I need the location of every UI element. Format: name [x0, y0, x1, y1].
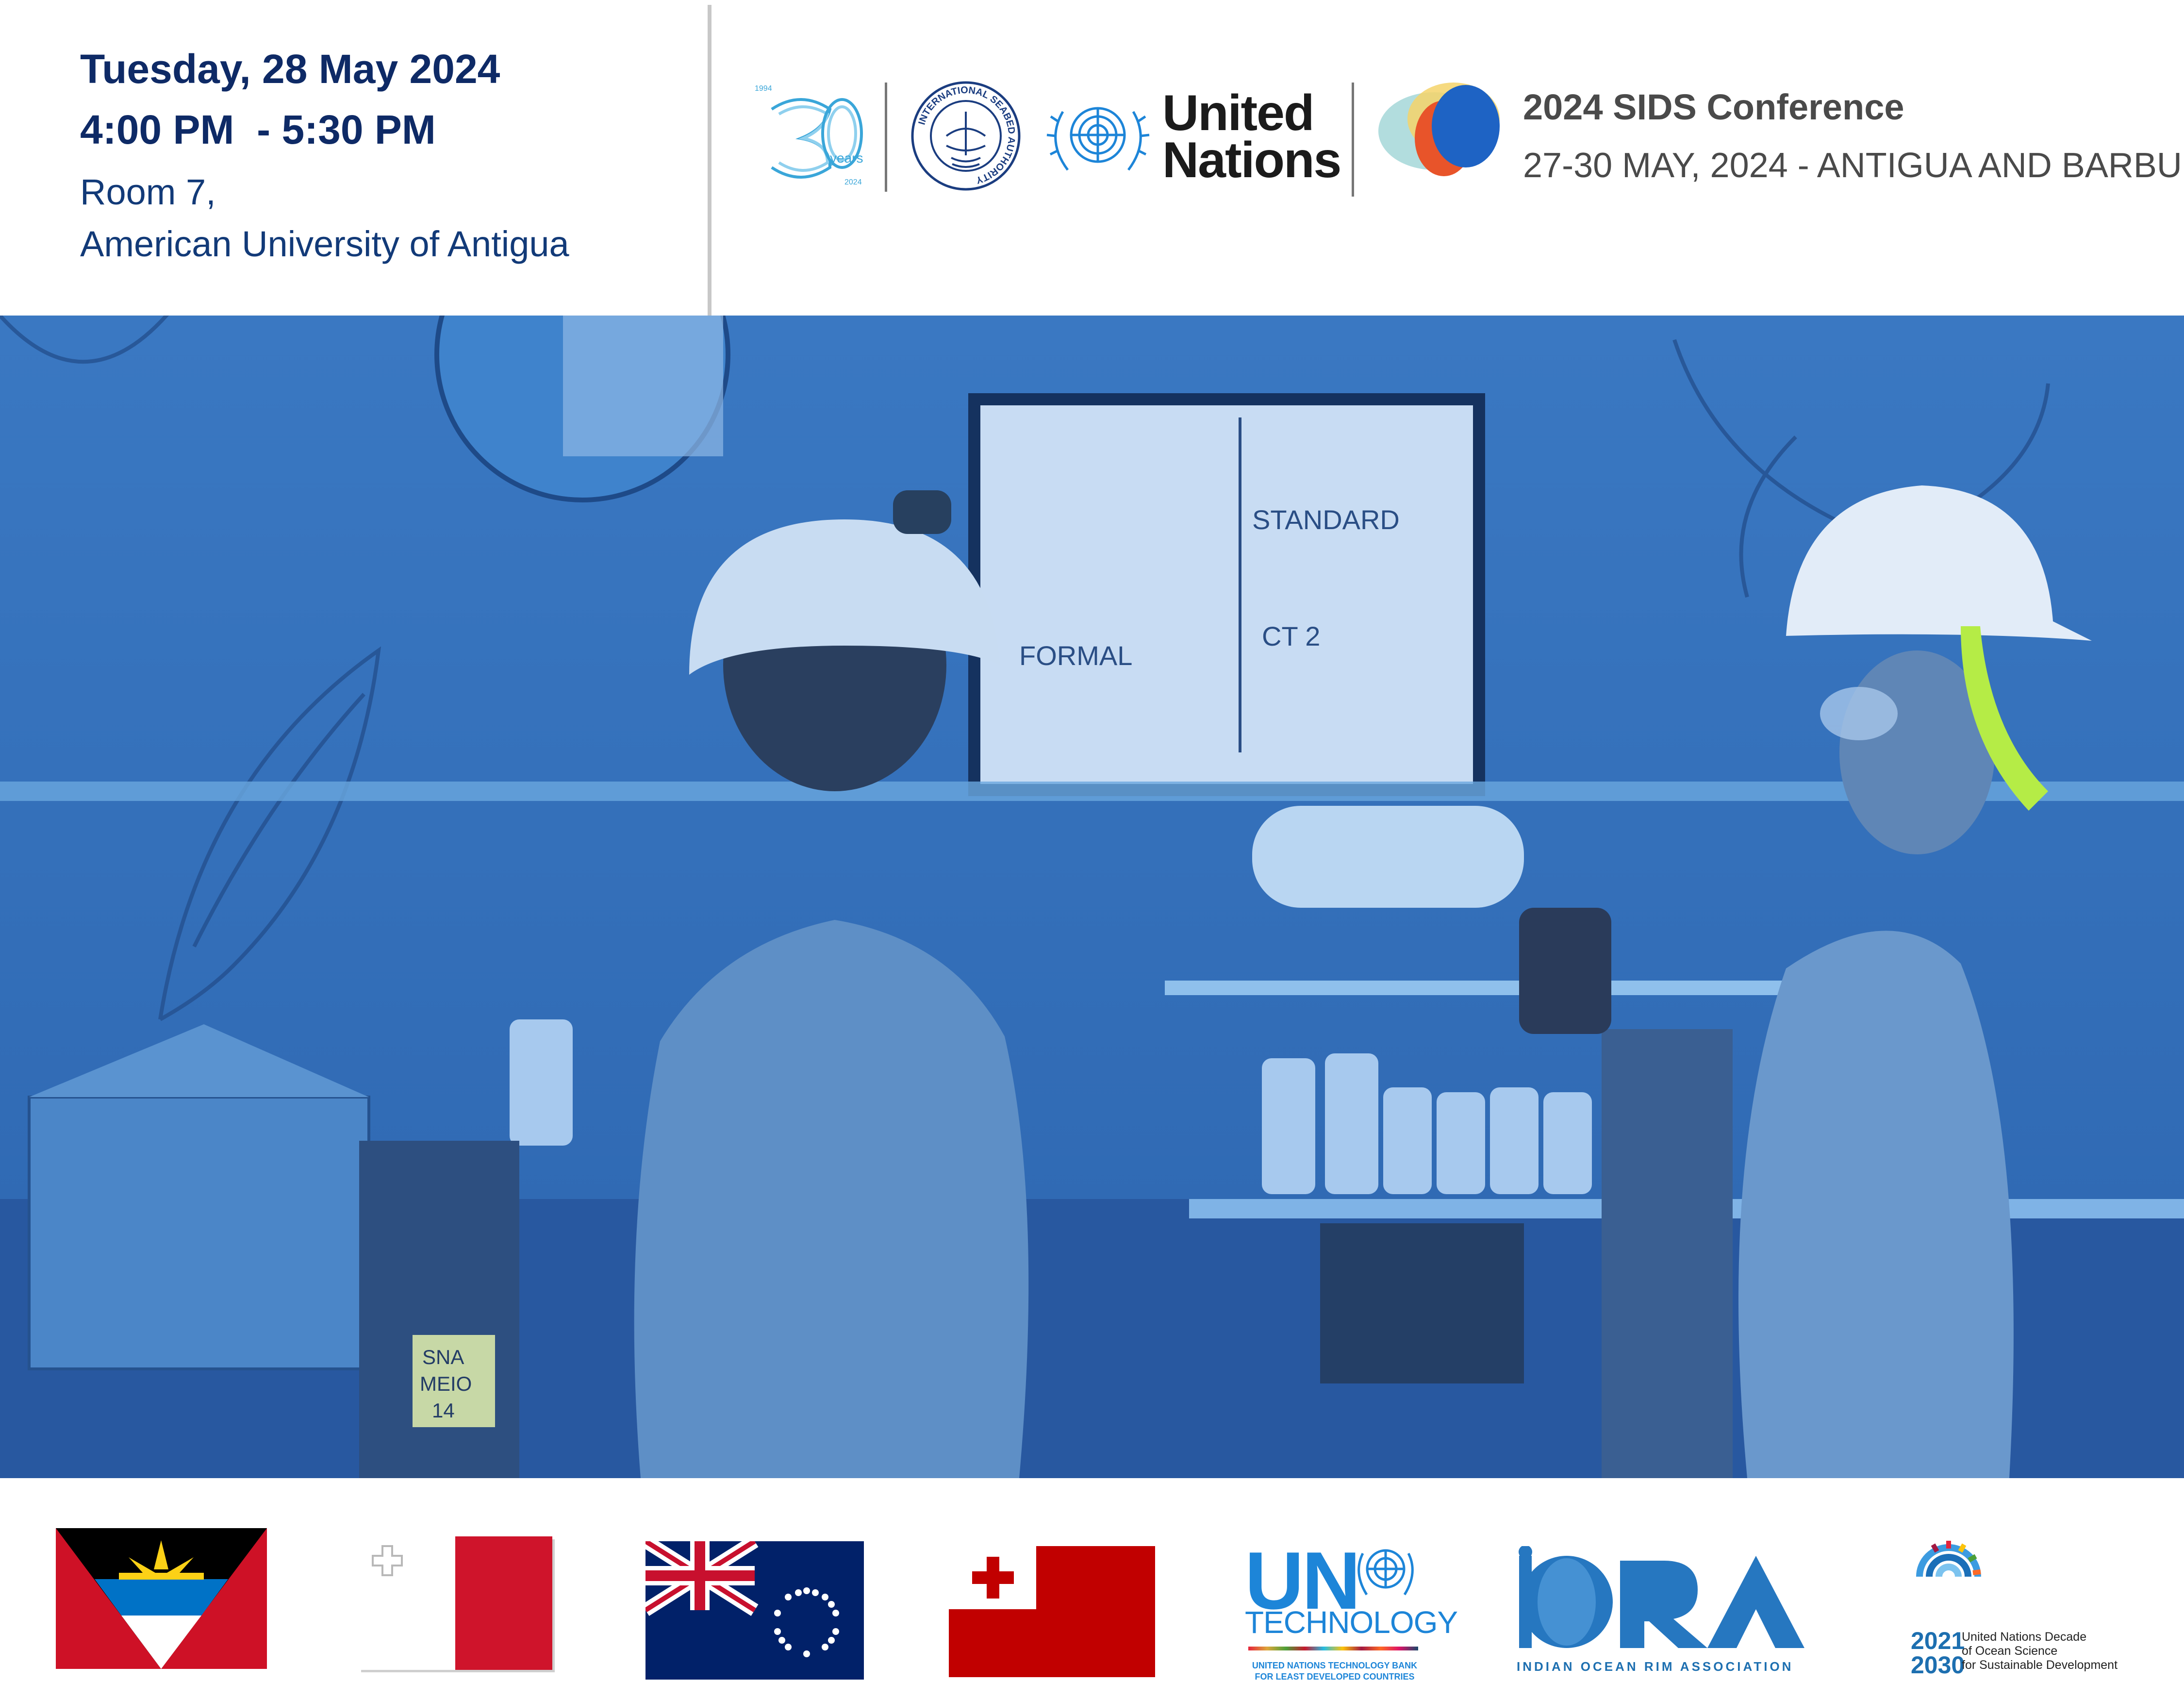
lab-photo-illustration: FORMAL STANDARD CT 2 SNA MEIO 14: [0, 316, 2184, 1478]
antigua-barbuda-flag-icon: [56, 1528, 267, 1669]
sids-dates: 27-30 MAY, 2024 - ANTIGUA AND BARBUDA: [1523, 146, 2184, 185]
ocean-decade-year-end: 2030: [1911, 1651, 1965, 1679]
lab-photo: FORMAL STANDARD CT 2 SNA MEIO 14: [0, 316, 2184, 1478]
event-date: Tuesday, 28 May 2024: [80, 46, 500, 92]
un-technology-caption-line2: FOR LEAST DEVELOPED COUNTRIES: [1255, 1672, 1415, 1682]
un-wordmark-line2: Nations: [1162, 132, 1341, 188]
logo-separator: [885, 83, 887, 192]
event-time: 4:00 PM - 5:30 PM: [80, 107, 436, 152]
un-technology-caption-line1: UNITED NATIONS TECHNOLOGY BANK: [1252, 1661, 1418, 1670]
sdg-color-bar: [1248, 1647, 1418, 1650]
cardboard-box: [28, 1096, 370, 1370]
ocean-decade-wave-icon: [1916, 1541, 1981, 1577]
isa-years-word: years: [830, 150, 863, 166]
isa-seal-logo: INTERNATIONAL SEABED AUTHORITY: [911, 81, 1021, 191]
sample-label-text: MEIO: [420, 1372, 472, 1395]
shelf-rail: [1165, 981, 1844, 995]
isa-30-years-logo: 1994 years 2024: [755, 84, 863, 186]
sample-label-text: SNA: [422, 1346, 464, 1368]
whiteboard-text: FORMAL: [1019, 640, 1132, 671]
sids-conference-logo: [1378, 83, 1500, 176]
un-wordmark-line1: United: [1162, 85, 1315, 141]
whiteboard-text: STANDARD: [1252, 504, 1400, 535]
sids-title: 2024 SIDS Conference: [1523, 87, 1904, 127]
cook-islands-flag-icon: [645, 1541, 864, 1680]
isa-year-from: 1994: [755, 84, 772, 93]
whiteboard: [980, 405, 1473, 784]
event-venue: American University of Antigua: [80, 223, 569, 264]
ocean-decade-line2: of Ocean Science: [1962, 1644, 2058, 1658]
tonga-flag-icon: [949, 1546, 1155, 1677]
ocean-decade-line1: United Nations Decade: [1962, 1630, 2087, 1644]
header-divider: [708, 5, 711, 316]
core-tube: [359, 1141, 519, 1478]
iora-logo: [1519, 1546, 1804, 1648]
un-technology-caption: UNITED NATIONS TECHNOLOGY BANK FOR LEAST…: [1250, 1660, 1420, 1683]
event-info: Tuesday, 28 May 2024 4:00 PM - 5:30 PM R…: [80, 44, 569, 267]
whiteboard-text: CT 2: [1262, 621, 1320, 651]
core-tube: [1602, 1029, 1733, 1478]
un-emblem-icon: [1357, 1549, 1414, 1596]
ocean-decade-years: 2021 2030: [1911, 1629, 1965, 1677]
un-technology-bottom: TECHNOLOGY: [1245, 1605, 1458, 1640]
wall-paper: [563, 316, 723, 456]
paper-towel-roll: [1252, 806, 1524, 908]
iora-tagline: INDIAN OCEAN RIM ASSOCIATION: [1517, 1659, 1794, 1674]
sample-label-text: 14: [432, 1399, 455, 1422]
ocean-decade-year-start: 2021: [1911, 1627, 1965, 1654]
un-emblem-icon: [1046, 107, 1150, 171]
malta-flag-icon: [358, 1536, 555, 1672]
ocean-decade-text: United Nations Decade of Ocean Science f…: [1962, 1630, 2118, 1672]
logo-separator: [1352, 83, 1354, 197]
sediment-sample: [1320, 1223, 1524, 1383]
ocean-decade-line3: for Sustainable Development: [1962, 1658, 2118, 1672]
event-room: Room 7,: [80, 172, 216, 212]
isa-year-to: 2024: [844, 178, 862, 186]
un-wordmark: United Nations: [1162, 85, 1341, 188]
